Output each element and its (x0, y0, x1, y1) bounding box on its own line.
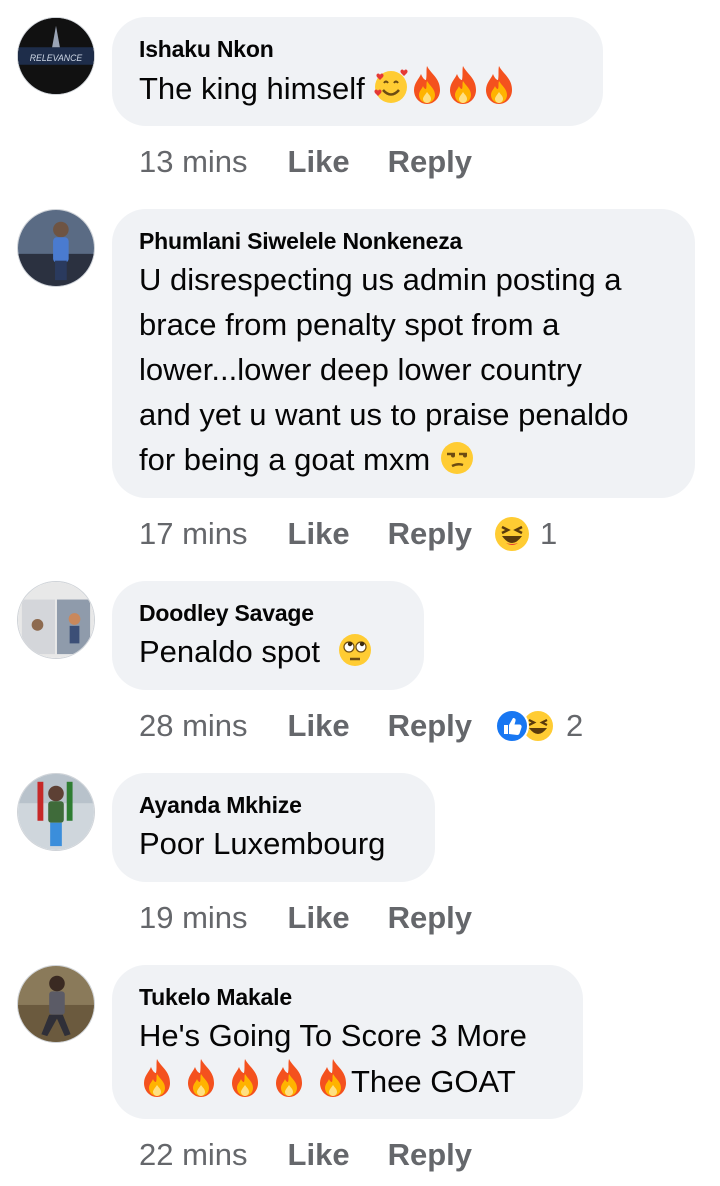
reply-button[interactable]: Reply (388, 1137, 472, 1173)
comment-text-suffix: Thee GOAT (351, 1064, 516, 1099)
comment-author[interactable]: Phumlani Siwelele Nonkeneza (139, 228, 669, 254)
comment-time[interactable]: 19 mins (139, 900, 248, 936)
comment-text: Poor Luxembourg (139, 826, 386, 861)
comment-author[interactable]: Ishaku Nkon (139, 36, 577, 62)
avatar[interactable] (17, 209, 95, 287)
avatar[interactable] (17, 773, 95, 851)
comment-text-body: The king himself (139, 71, 365, 106)
fire-icon (271, 1058, 307, 1098)
comment-text: He's Going To Score 3 More Thee GOAT (139, 1013, 557, 1104)
like-button[interactable]: Like (288, 144, 350, 180)
reply-button[interactable]: Reply (388, 516, 472, 552)
fire-icon (409, 65, 445, 105)
haha-reaction-icon (495, 517, 529, 551)
avatar[interactable] (17, 581, 95, 659)
reaction-summary[interactable]: 2 (494, 708, 583, 744)
reply-button[interactable]: Reply (388, 900, 472, 936)
comment-actions: 17 mins Like Reply 1 (139, 514, 557, 554)
avatar-image (18, 582, 94, 658)
comment-text-body: Penaldo spot (139, 634, 320, 669)
comment-text-line: brace from penalty spot from a (139, 307, 560, 342)
comment-actions: 22 mins Like Reply (139, 1135, 472, 1175)
fire-icon (481, 65, 517, 105)
comment-time[interactable]: 28 mins (139, 708, 248, 744)
comment-bubble[interactable]: Ishaku Nkon The king himself (112, 17, 603, 126)
comment-text: The king himself (139, 65, 577, 111)
like-button[interactable]: Like (288, 1137, 350, 1173)
fire-icon (445, 65, 481, 105)
reaction-summary[interactable]: 1 (494, 516, 557, 552)
comment-bubble[interactable]: Ayanda Mkhize Poor Luxembourg (112, 773, 435, 882)
avatar[interactable] (17, 965, 95, 1043)
avatar-image (18, 774, 94, 850)
comment-text-line: He's Going To Score 3 More (139, 1018, 527, 1053)
comment-actions: 13 mins Like Reply (139, 142, 472, 182)
fire-icon (139, 1058, 175, 1098)
comment-bubble[interactable]: Phumlani Siwelele Nonkeneza U disrespect… (112, 209, 695, 498)
comment-time[interactable]: 17 mins (139, 516, 248, 552)
comment-text-line: for being a goat mxm (139, 442, 431, 477)
like-button[interactable]: Like (288, 900, 350, 936)
avatar-image (18, 210, 94, 286)
comment-time[interactable]: 22 mins (139, 1137, 248, 1173)
like-button[interactable]: Like (288, 708, 350, 744)
comment-bubble[interactable]: Doodley Savage Penaldo spot (112, 581, 424, 690)
comment-author[interactable]: Ayanda Mkhize (139, 792, 409, 818)
comment-actions: 19 mins Like Reply (139, 898, 472, 938)
comment-author[interactable]: Doodley Savage (139, 600, 398, 626)
fire-icon (315, 1058, 351, 1098)
like-haha-reaction-icons (495, 709, 555, 743)
face-with-rolling-eyes-icon (339, 634, 372, 666)
comment-text: Penaldo spot (139, 629, 398, 674)
reply-button[interactable]: Reply (388, 144, 472, 180)
unamused-face-icon (440, 442, 473, 474)
comment-author[interactable]: Tukelo Makale (139, 984, 557, 1010)
comment-bubble[interactable]: Tukelo Makale He's Going To Score 3 More… (112, 965, 583, 1119)
reaction-count: 1 (540, 516, 558, 551)
comment-text-line: U disrespecting us admin posting a (139, 262, 622, 297)
fire-icon (183, 1058, 219, 1098)
comment-text-line: and yet u want us to praise penaldo (139, 397, 629, 432)
comment-time[interactable]: 13 mins (139, 144, 248, 180)
comment-actions: 28 mins Like Reply 2 (139, 706, 583, 746)
avatar[interactable]: RELEVANCE (17, 17, 95, 95)
comment-text: U disrespecting us admin posting a brace … (139, 257, 669, 482)
reply-button[interactable]: Reply (388, 708, 472, 744)
fire-icon (227, 1058, 263, 1098)
reaction-count: 2 (566, 708, 584, 743)
comment-text-line: lower...lower deep lower country (139, 352, 582, 387)
avatar-logo-text: RELEVANCE (30, 53, 83, 63)
like-button[interactable]: Like (288, 516, 350, 552)
avatar-image (18, 966, 94, 1042)
smiling-face-with-hearts-icon (374, 69, 408, 103)
avatar-image: RELEVANCE (18, 18, 94, 94)
